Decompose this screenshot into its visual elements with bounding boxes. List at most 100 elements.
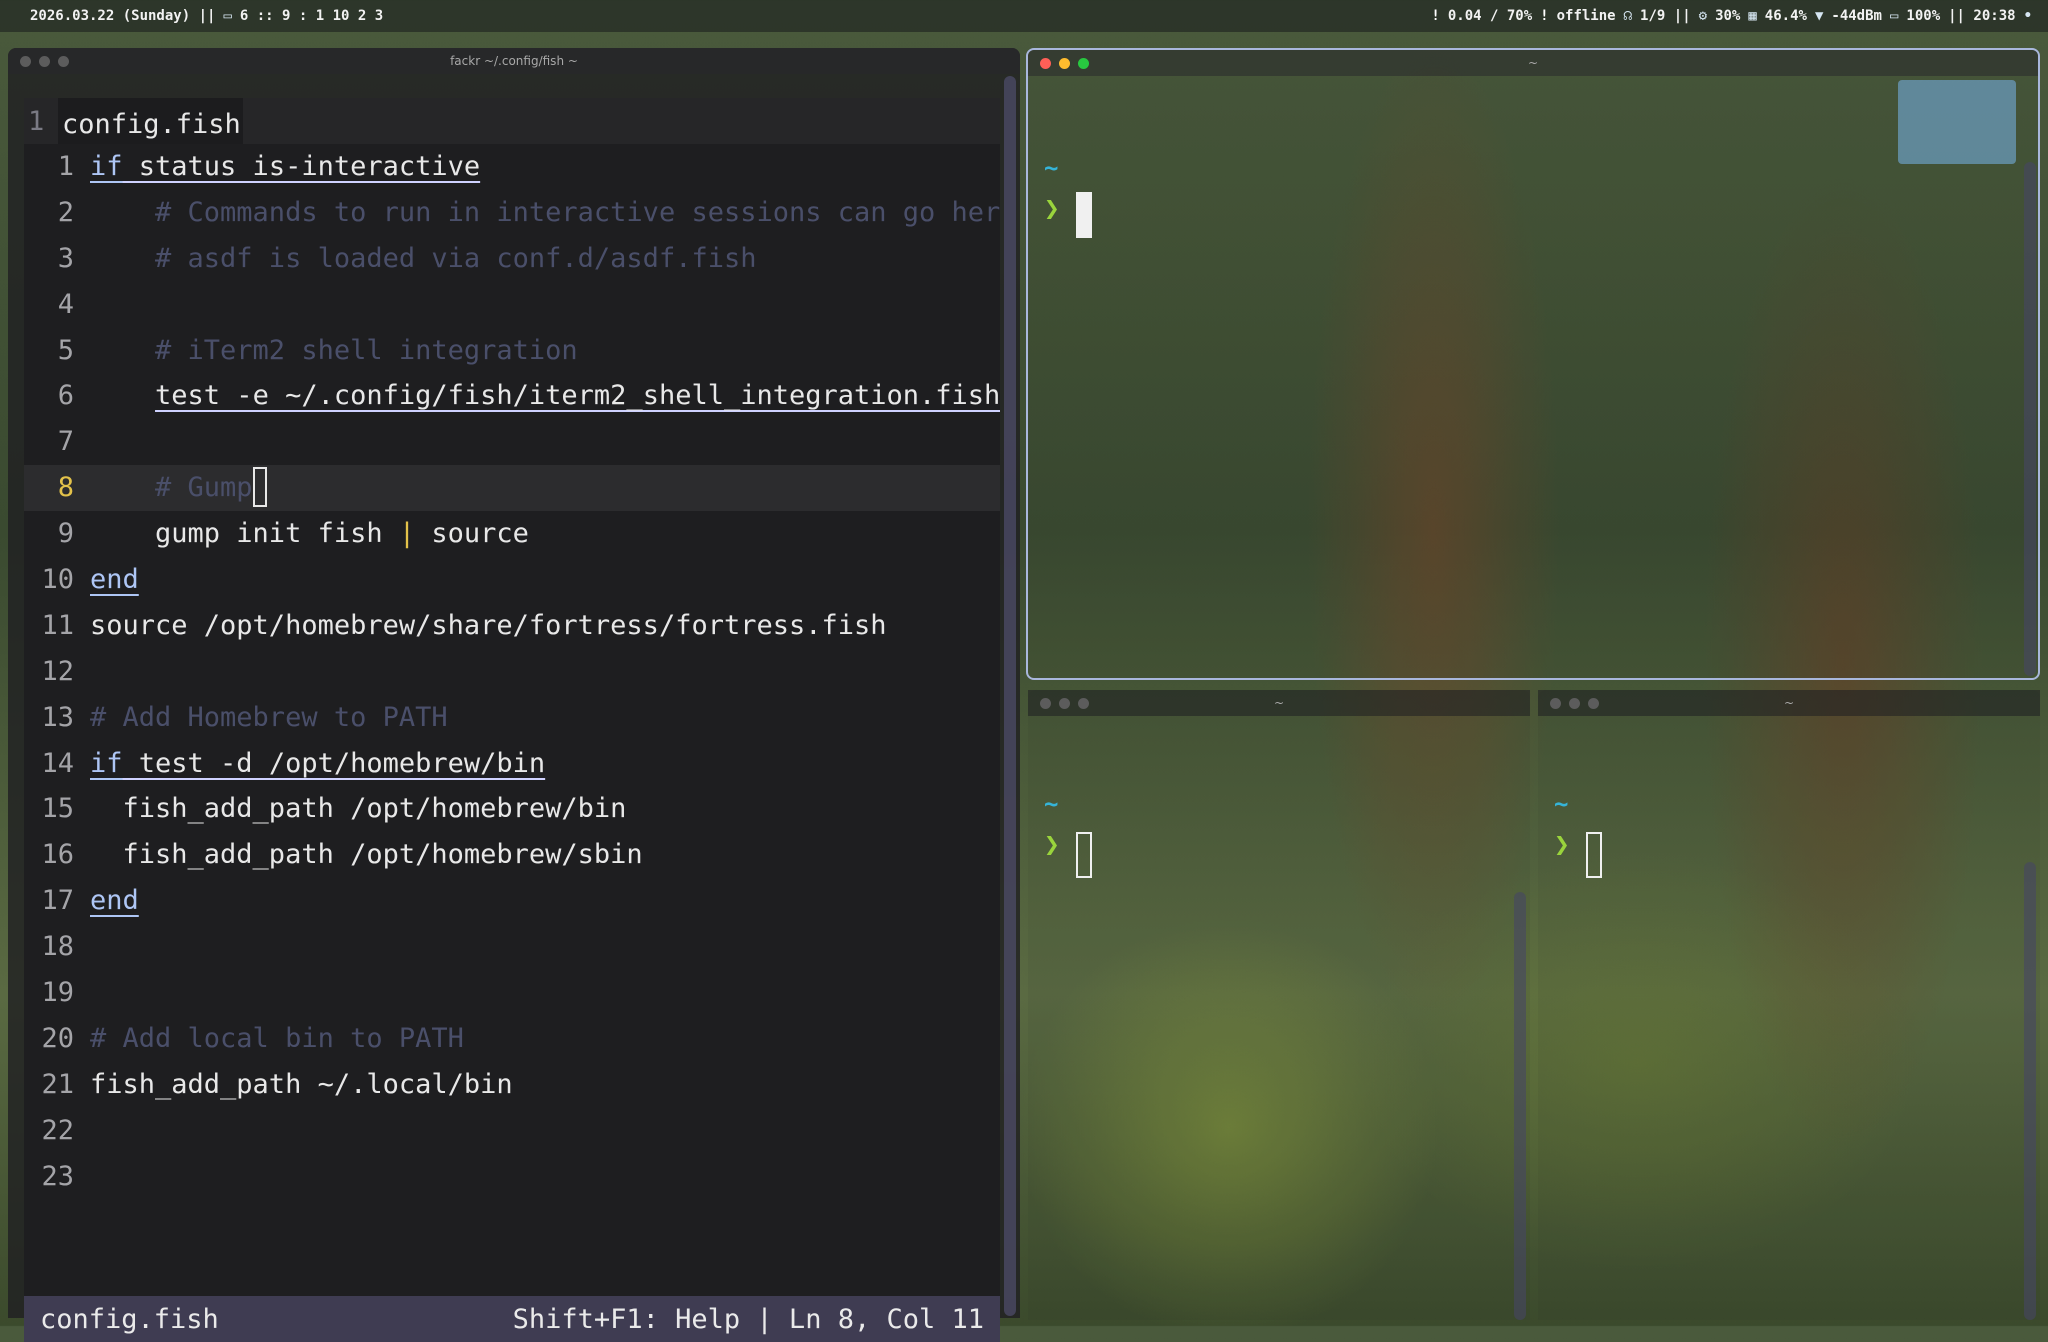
keyword: if [90, 747, 123, 779]
zoom-button[interactable] [58, 55, 69, 67]
line-number: 20 [41, 1022, 74, 1054]
memory-label: 46.4% [1764, 8, 1807, 24]
prompt-symbol: ❯ [1044, 194, 1060, 224]
code-line: 3 # asdf is loaded via conf.d/asdf.fish [24, 236, 1000, 282]
vpn-icon: ☊ [1623, 8, 1633, 24]
zoom-button[interactable] [1078, 57, 1089, 69]
window-title: ~ [1527, 56, 1539, 70]
terminal-titlebar[interactable]: ~ [1028, 50, 2038, 76]
code-line: 23 [24, 1154, 1000, 1200]
code-area[interactable]: 1 if status is-interactive 2 # Commands t… [24, 144, 1000, 1199]
line-number: 12 [41, 655, 74, 687]
code-text: fish_add_path /opt/homebrew/sbin [90, 839, 643, 871]
battery-icon: ▭ [1889, 8, 1899, 24]
terminal-scrollbar[interactable] [2024, 162, 2036, 676]
minimize-button[interactable] [1059, 57, 1070, 69]
code-line: 19 [24, 970, 1000, 1016]
line-number: 2 [57, 196, 74, 228]
line-number: 18 [41, 931, 74, 963]
comment: # Add Homebrew to PATH [90, 701, 448, 733]
terminal-bottom-right[interactable]: ~ ~ ❯ [1538, 690, 2040, 1320]
line-number: 16 [41, 839, 74, 871]
line-number: 4 [57, 288, 74, 320]
wifi-label: -44dBm [1831, 8, 1882, 24]
display-icon: ▭ [223, 8, 232, 24]
code-line: 22 [24, 1108, 1000, 1154]
code-text: gump init fish [90, 518, 399, 550]
code-text: fish_add_path /opt/homebrew/bin [90, 793, 627, 825]
editor-titlebar[interactable]: fackr ~/.config/fish ~ [8, 48, 1020, 74]
tab-number: 1 [28, 105, 45, 137]
vpn-label: 1/9 || [1640, 8, 1691, 24]
keyword: end [90, 885, 139, 917]
code-line: 7 [24, 419, 1000, 465]
terminal-titlebar[interactable]: ~ [1538, 690, 2040, 716]
editor-pane[interactable]: 1 config.fish 1 if status is-interactive … [24, 98, 1000, 1342]
line-number: 23 [41, 1160, 74, 1192]
prompt-symbol: ❯ [1044, 830, 1060, 860]
net-status: offline [1556, 8, 1616, 24]
tab-bar: 1 config.fish [24, 98, 1000, 144]
alert-icon: ! [1431, 8, 1440, 24]
terminal-bottom-left[interactable]: ~ ~ ❯ [1028, 690, 1530, 1320]
code-line: 1 if status is-interactive [24, 144, 1000, 190]
code-text: status is-interactive [122, 151, 481, 182]
comment: # Gump [155, 472, 253, 504]
line-number: 5 [57, 334, 74, 366]
code-line: 16 fish_add_path /opt/homebrew/sbin [24, 832, 1000, 878]
line-number: 11 [41, 609, 74, 641]
close-button[interactable] [20, 55, 31, 67]
status-filename: config.fish [40, 1303, 219, 1335]
terminal-titlebar[interactable]: ~ [1028, 690, 1530, 716]
tab-config-fish[interactable]: config.fish [58, 98, 243, 144]
comment: # Add local bin to PATH [90, 1022, 464, 1054]
workspaces-label[interactable]: 6 :: 9 : 1 10 2 3 [240, 8, 383, 24]
minimize-button[interactable] [1569, 697, 1580, 709]
code-text: fish_add_path ~/.local/bin [90, 1068, 513, 1100]
cpu-icon: ⚙ [1698, 8, 1708, 24]
close-button[interactable] [1550, 697, 1561, 709]
window-title: fackr ~/.config/fish ~ [450, 54, 578, 68]
code-line: 14 if test -d /opt/homebrew/bin [24, 741, 1000, 787]
comment: # asdf is loaded via conf.d/asdf.fish [90, 242, 757, 274]
editor-scrollbar[interactable] [1004, 76, 1016, 1316]
code-line: 20 # Add local bin to PATH [24, 1016, 1000, 1062]
wifi-icon: ▼ [1814, 8, 1824, 24]
prompt-dir: ~ [1554, 790, 1569, 818]
editor-window[interactable]: fackr ~/.config/fish ~ 1 config.fish 1 if… [8, 48, 1020, 1342]
prompt-dir: ~ [1044, 790, 1059, 818]
line-number: 21 [41, 1068, 74, 1100]
line-number: 19 [41, 977, 74, 1009]
prompt-symbol: ❯ [1554, 830, 1570, 860]
code-line: 12 [24, 649, 1000, 695]
clock-label: || 20:38 [1948, 8, 2016, 24]
zoom-button[interactable] [1078, 697, 1089, 709]
prompt-dir: ~ [1044, 154, 1059, 182]
terminal-scrollbar[interactable] [2024, 862, 2036, 1320]
terminal-main[interactable]: ~ ~ ❯ [1026, 48, 2040, 680]
code-line: 15 fish_add_path /opt/homebrew/bin [24, 786, 1000, 832]
minimize-button[interactable] [1059, 697, 1070, 709]
terminal-cursor [1076, 832, 1092, 878]
code-line: 2 # Commands to run in interactive sessi… [24, 190, 1000, 236]
keyword: if [90, 151, 123, 182]
line-number: 10 [41, 564, 74, 596]
close-button[interactable] [1040, 697, 1051, 709]
code-text: source /opt/homebrew/share/fortress/fort… [90, 609, 887, 641]
line-number: 6 [57, 380, 74, 412]
line-number: 22 [41, 1114, 74, 1146]
code-line: 4 [24, 282, 1000, 328]
line-number: 17 [41, 885, 74, 917]
terminal-cursor [1076, 192, 1092, 238]
line-number: 7 [57, 426, 74, 458]
terminal-scrollbar[interactable] [1514, 892, 1526, 1320]
date-label: 2026.03.22 (Sunday) || [30, 8, 216, 24]
cpu-label: 30% [1715, 8, 1741, 24]
line-number: 14 [41, 747, 74, 779]
close-button[interactable] [1040, 57, 1051, 69]
minimize-button[interactable] [39, 55, 50, 67]
window-title: ~ [1273, 696, 1285, 710]
zoom-button[interactable] [1588, 697, 1599, 709]
window-thumbnail [1898, 80, 2016, 164]
status-line: config.fish Shift+F1: Help | Ln 8, Col 1… [24, 1296, 1000, 1342]
